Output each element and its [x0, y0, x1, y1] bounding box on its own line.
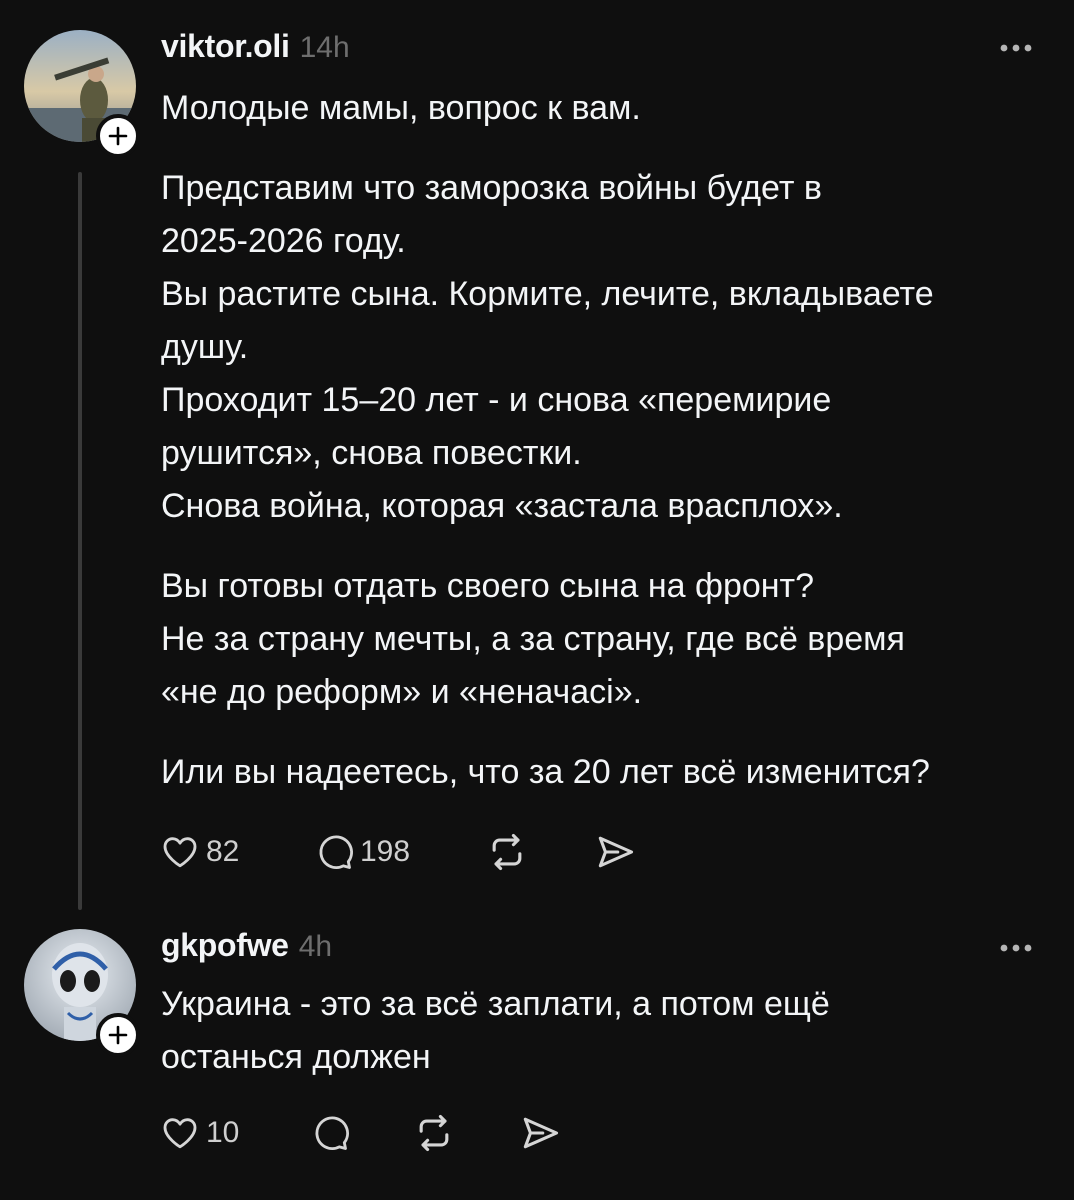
heart-icon: [163, 1118, 197, 1149]
text-line: 2025-2026 году.: [161, 222, 406, 260]
reply-button[interactable]: [310, 1108, 356, 1158]
username[interactable]: viktor.oli: [161, 28, 290, 65]
text-line: «не до реформ» и «неначасі».: [161, 673, 643, 711]
thread-line: [78, 172, 82, 910]
repost-icon: [492, 833, 522, 871]
like-count: 10: [206, 1116, 240, 1149]
post-header: gkpofwe 4h: [161, 927, 332, 967]
repost-icon: [419, 1114, 449, 1152]
text-line: Украина - это за всё заплати, а потом ещ…: [161, 985, 830, 1023]
author-avatar-wrap: [24, 929, 140, 1057]
more-icon: [1000, 44, 1032, 52]
post-header: viktor.oli 14h: [161, 28, 350, 68]
more-button[interactable]: [996, 38, 1036, 58]
text-line: Молодые мамы, вопрос к вам.: [161, 89, 641, 127]
text-line: Снова война, которая «застала врасплох».: [161, 487, 843, 525]
paragraph: Вы готовы отдать своего сына на фронт? Н…: [161, 560, 1061, 719]
paragraph: Или вы надеетесь, что за 20 лет всё изме…: [161, 746, 1061, 799]
share-icon: [598, 836, 634, 868]
text-line: душу.: [161, 328, 249, 366]
post-text: Украина - это за всё заплати, а потом ещ…: [161, 978, 1061, 1084]
post-1: viktor.oli 14h Молодые мамы, вопрос к ва…: [0, 0, 1074, 915]
post-text: Молодые мамы, вопрос к вам. Представим ч…: [161, 82, 1061, 799]
follow-button[interactable]: [96, 114, 140, 158]
text-line: Вы растите сына. Кормите, лечите, вклады…: [161, 275, 934, 313]
text-line: Или вы надеетесь, что за 20 лет всё изме…: [161, 753, 930, 791]
post-2: gkpofwe 4h Украина - это за всё заплати,…: [0, 915, 1074, 1200]
text-line: Проходит 15–20 лет - и снова «перемирие: [161, 381, 832, 419]
follow-button[interactable]: [96, 1013, 140, 1057]
paragraph: Представим что заморозка войны будет в 2…: [161, 162, 1061, 533]
reply-button[interactable]: 198: [314, 827, 410, 877]
plus-icon: [108, 126, 128, 146]
post-time: 14h: [299, 31, 350, 64]
username[interactable]: gkpofwe: [161, 927, 289, 964]
repost-button[interactable]: [485, 827, 529, 877]
reply-count: 198: [360, 835, 411, 868]
like-count: 82: [206, 835, 240, 868]
comment-icon: [319, 835, 353, 869]
more-button[interactable]: [996, 938, 1036, 958]
paragraph: Украина - это за всё заплати, а потом ещ…: [161, 978, 1061, 1084]
share-button[interactable]: [518, 1108, 562, 1158]
text-line: Представим что заморозка войны будет в: [161, 169, 822, 207]
like-button[interactable]: 82: [160, 827, 239, 877]
more-icon: [1000, 944, 1032, 952]
share-icon: [523, 1117, 559, 1149]
post-time: 4h: [298, 930, 333, 963]
comment-icon: [315, 1116, 349, 1150]
share-button[interactable]: [593, 827, 637, 877]
plus-icon: [108, 1025, 128, 1045]
paragraph: Молодые мамы, вопрос к вам.: [161, 82, 1061, 135]
text-line: рушится», снова повестки.: [161, 434, 582, 472]
author-avatar-wrap: [24, 30, 140, 158]
text-line: Вы готовы отдать своего сына на фронт?: [161, 567, 815, 605]
text-line: Не за страну мечты, а за страну, где всё…: [161, 620, 905, 658]
text-line: останься должен: [161, 1038, 431, 1076]
like-button[interactable]: 10: [160, 1108, 239, 1158]
heart-icon: [163, 837, 197, 868]
repost-button[interactable]: [412, 1108, 456, 1158]
